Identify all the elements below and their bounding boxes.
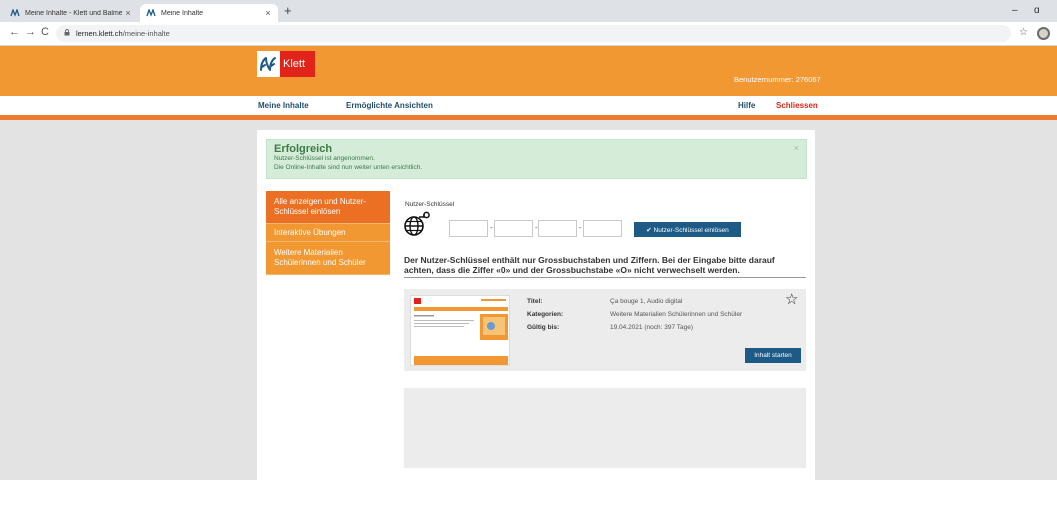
forward-icon[interactable]: → [25, 26, 36, 38]
klett-logo-text: Klett [280, 51, 315, 77]
alert-title: Erfolgreich [274, 143, 333, 155]
key-field-label: Nutzer-Schlüssel [405, 201, 455, 208]
alert-close-icon[interactable]: × [794, 143, 799, 153]
reload-icon[interactable]: C [41, 26, 49, 38]
user-number: Benutzernummer: 276067 [734, 75, 821, 84]
browser-tab-klett[interactable]: Meine Inhalte - Klett und Balmer × [10, 4, 138, 22]
nav-my-content[interactable]: Meine Inhalte [258, 101, 309, 110]
categories-value: Weitere Materialien Schülerinnen und Sch… [610, 311, 743, 318]
tab-close-icon[interactable]: × [262, 8, 274, 18]
klett-favicon-icon [146, 9, 156, 17]
start-content-button[interactable]: Inhalt starten [745, 348, 801, 363]
url-field[interactable]: lernen.klett.ch/meine-inhalte [56, 25, 1011, 42]
key-input-4[interactable] [583, 220, 622, 237]
tab-title: Meine Inhalte [161, 9, 204, 17]
categories-label: Kategorien: [527, 311, 564, 318]
klett-favicon-icon [10, 9, 20, 17]
key-separator: - [490, 223, 493, 232]
empty-product-slot [404, 388, 806, 468]
profile-avatar[interactable] [1037, 27, 1050, 40]
klett-logo[interactable]: Klett [257, 51, 315, 77]
alert-message: Die Online-Inhalte sind nun weiter unten… [274, 164, 423, 171]
site-header [0, 46, 1057, 96]
divider [404, 277, 806, 278]
address-bar: ← → C lernen.klett.ch/meine-inhalte ☆ [0, 22, 1057, 46]
restore-icon[interactable]: ɑ [1034, 5, 1040, 16]
sidebar-nav: Alle anzeigen und Nutzer-Schlüssel einlö… [266, 191, 390, 275]
minimize-icon[interactable]: – [1012, 5, 1018, 16]
browser-tab-meine-inhalte[interactable]: Meine Inhalte × [140, 4, 278, 22]
url-host: lernen.klett.ch [76, 29, 123, 38]
globe-key-icon [403, 211, 430, 238]
valid-until-value: 19.04.2021 (noch: 397 Tage) [610, 324, 694, 331]
lock-icon [64, 29, 70, 38]
nav-help[interactable]: Hilfe [738, 101, 755, 110]
main-nav: Meine Inhalte Ermöglichte Ansichten Hilf… [0, 96, 1057, 115]
valid-until-label: Gültig bis: [527, 324, 560, 331]
sidebar-item-all[interactable]: Alle anzeigen und Nutzer-Schlüssel einlö… [266, 191, 390, 224]
tab-close-icon[interactable]: × [122, 8, 134, 18]
new-tab-button[interactable]: + [284, 4, 292, 18]
key-input-3[interactable] [538, 220, 577, 237]
title-label: Titel: [527, 298, 543, 305]
nav-enabled-views[interactable]: Ermöglichte Ansichten [346, 101, 433, 110]
product-thumbnail[interactable] [410, 295, 510, 366]
product-card: Titel: Ça bouge 1, Audio digital Kategor… [404, 289, 806, 371]
sidebar-item-materials[interactable]: Weitere Materialien Schülerinnen und Sch… [266, 242, 390, 275]
url-path: /meine-inhalte [122, 29, 170, 38]
key-hint-text: Der Nutzer-Schlüssel enthält nur Grossbu… [404, 255, 775, 275]
title-value: Ça bouge 1, Audio digital [610, 298, 683, 305]
sidebar-item-exercises[interactable]: Interaktive Übungen [266, 224, 390, 242]
klett-logo-mark-icon [257, 51, 280, 77]
back-icon[interactable]: ← [9, 26, 20, 38]
key-input-1[interactable] [449, 220, 488, 237]
alert-message: Nutzer-Schlüssel ist angenommen. [274, 155, 375, 162]
bookmark-star-icon[interactable]: ☆ [1019, 27, 1028, 38]
nav-close[interactable]: Schliessen [776, 101, 818, 110]
key-input-2[interactable] [494, 220, 533, 237]
tab-title: Meine Inhalte - Klett und Balmer [25, 9, 122, 17]
success-alert: Erfolgreich Nutzer-Schlüssel ist angenom… [266, 139, 807, 179]
key-separator: - [579, 223, 582, 232]
redeem-key-button[interactable]: ✔ Nutzer-Schlüssel einlösen [634, 222, 741, 237]
favorite-star-icon[interactable]: ☆ [785, 292, 798, 307]
browser-tabstrip: Meine Inhalte - Klett und Balmer × Meine… [0, 0, 1057, 22]
